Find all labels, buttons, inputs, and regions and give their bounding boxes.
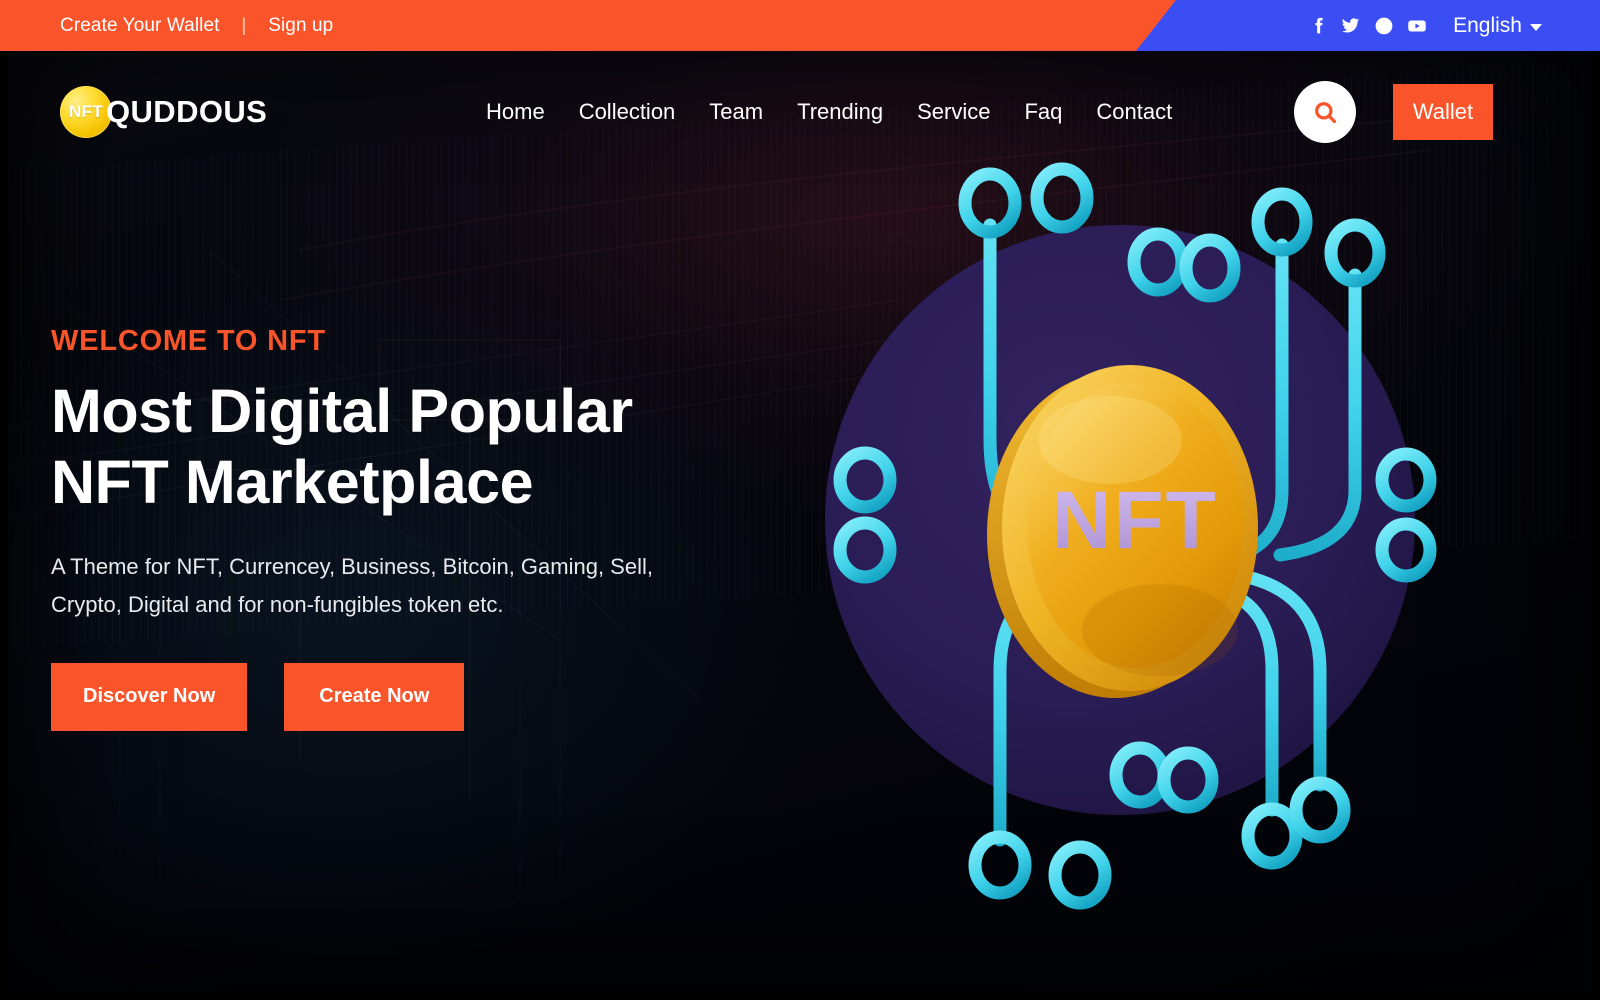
logo-coin-icon: NFT [60, 86, 112, 138]
facebook-icon[interactable] [1301, 9, 1334, 42]
logo-coin-label: NFT [68, 102, 104, 121]
create-wallet-link[interactable]: Create Your Wallet [60, 15, 220, 37]
hero-description: A Theme for NFT, Currencey, Business, Bi… [51, 553, 653, 618]
hero-nft-illustration: NFT [810, 150, 1460, 910]
site-header: NFT QUDDOUS Home Collection Team Trendin… [0, 51, 1600, 173]
nav-item-contact[interactable]: Contact [1079, 99, 1189, 125]
twitter-icon[interactable] [1334, 9, 1367, 42]
create-now-button[interactable]: Create Now [284, 662, 465, 731]
dribbble-icon[interactable] [1367, 9, 1400, 42]
site-logo[interactable]: NFT QUDDOUS [60, 86, 267, 138]
top-bar-separator: | [241, 15, 247, 35]
language-selector[interactable]: English [1453, 14, 1542, 38]
hero-title-line-2: NFT Marketplace [51, 447, 534, 516]
hero-title-line-1: Most Digital Popular [51, 377, 633, 445]
chevron-down-icon [1530, 24, 1542, 31]
hero-eyebrow: WELCOME TO NFT [51, 325, 326, 357]
nav-item-service[interactable]: Service [900, 99, 1007, 125]
nav-item-collection[interactable]: Collection [562, 99, 693, 125]
nav-item-home[interactable]: Home [486, 99, 562, 125]
search-button[interactable] [1294, 81, 1356, 143]
language-label: English [1453, 13, 1522, 37]
hero-content: WELCOME TO NFT Most Digital Popular NFT … [51, 325, 771, 731]
coin-nft-text: NFT [1052, 475, 1217, 566]
hero-button-group: Discover Now Create Now [51, 662, 771, 731]
nav-item-faq[interactable]: Faq [1007, 99, 1079, 125]
nav-item-trending[interactable]: Trending [780, 99, 900, 125]
top-bar: Create Your Wallet | Sign up English [0, 0, 1600, 51]
main-navigation: Home Collection Team Trending Service Fa… [486, 99, 1189, 125]
nav-item-team[interactable]: Team [692, 99, 780, 125]
top-bar-links: Create Your Wallet | Sign up [60, 0, 333, 51]
page-title: Most Digital Popular NFT Marketplace [51, 376, 771, 518]
discover-now-button[interactable]: Discover Now [51, 662, 248, 731]
wallet-button[interactable]: Wallet [1393, 84, 1493, 140]
search-icon [1314, 101, 1336, 123]
top-bar-right: English [1301, 0, 1542, 51]
sign-up-link[interactable]: Sign up [268, 15, 333, 37]
logo-wordmark: QUDDOUS [106, 94, 268, 129]
landing-page: NFT WELCOME TO NFT Most Digital Popular … [0, 0, 1600, 1000]
youtube-icon[interactable] [1400, 9, 1433, 42]
